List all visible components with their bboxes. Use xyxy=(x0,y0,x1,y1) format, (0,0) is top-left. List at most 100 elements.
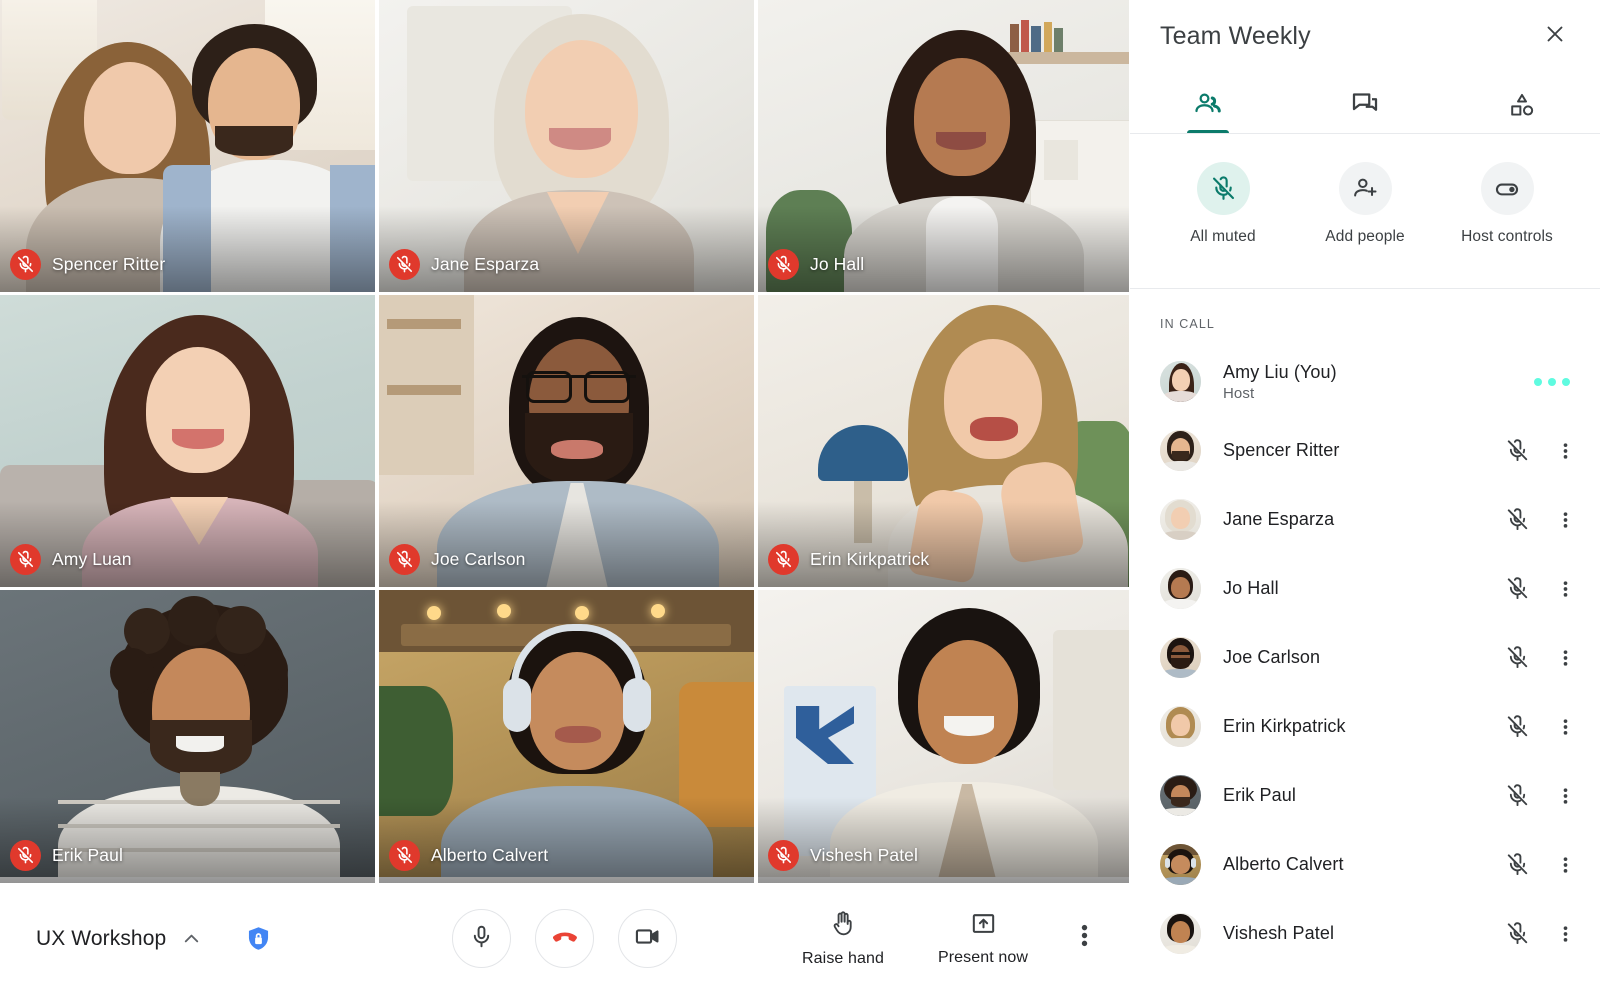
mic-off-icon[interactable] xyxy=(1504,507,1530,533)
active-tab-indicator xyxy=(1187,130,1230,133)
row-more-options-button[interactable] xyxy=(1552,436,1578,466)
tile-label: Amy Luan xyxy=(10,544,132,575)
chevron-up-icon[interactable] xyxy=(180,927,203,950)
avatar xyxy=(1160,637,1201,678)
video-tile[interactable]: Erin Kirkpatrick xyxy=(758,295,1129,587)
present-screen-icon xyxy=(970,910,997,942)
video-tile[interactable]: Jo Hall xyxy=(758,0,1129,292)
all-muted-label: All muted xyxy=(1190,228,1256,245)
list-item[interactable]: Vishesh Patel xyxy=(1130,899,1600,968)
meeting-control-bar: UX Workshop Raise hand Present now xyxy=(0,877,1129,1000)
row-more-options-button[interactable] xyxy=(1552,781,1578,811)
present-now-button[interactable]: Present now xyxy=(913,910,1053,967)
row-more-options-button[interactable] xyxy=(1552,850,1578,880)
close-panel-button[interactable] xyxy=(1534,15,1576,57)
list-item[interactable]: Spencer Ritter xyxy=(1130,416,1600,485)
microphone-icon xyxy=(469,924,494,954)
people-panel: Team Weekly All muted Add people Host co… xyxy=(1129,0,1600,1000)
mic-off-icon[interactable] xyxy=(1504,852,1530,878)
video-tile[interactable]: Amy Luan xyxy=(0,295,375,587)
mic-off-icon[interactable] xyxy=(1504,783,1530,809)
tile-participant-name: Vishesh Patel xyxy=(810,845,918,865)
participant-name: Erik Paul xyxy=(1223,785,1296,805)
tile-participant-name: Erin Kirkpatrick xyxy=(810,549,930,569)
row-more-options-button[interactable] xyxy=(1552,574,1578,604)
row-more-options-button[interactable] xyxy=(1552,712,1578,742)
participant-name: Vishesh Patel xyxy=(1223,923,1335,943)
participant-info: Alberto Calvert xyxy=(1223,854,1504,875)
participant-info: Spencer Ritter xyxy=(1223,440,1504,461)
mic-off-icon xyxy=(10,840,41,871)
tile-label: Erin Kirkpatrick xyxy=(768,544,929,575)
participant-info: Vishesh Patel xyxy=(1223,923,1504,944)
video-tile[interactable]: Vishesh Patel xyxy=(758,590,1129,883)
video-camera-icon xyxy=(634,923,661,955)
tile-participant-name: Amy Luan xyxy=(52,549,132,569)
mic-off-icon[interactable] xyxy=(1504,645,1530,671)
tile-label: Erik Paul xyxy=(10,840,123,871)
row-actions xyxy=(1504,712,1578,742)
mic-off-icon[interactable] xyxy=(1504,438,1530,464)
hangup-button[interactable] xyxy=(535,909,594,968)
video-tile[interactable]: Alberto Calvert xyxy=(379,590,754,883)
tile-label: Alberto Calvert xyxy=(389,840,548,871)
avatar xyxy=(1160,706,1201,747)
row-actions xyxy=(1534,377,1578,386)
participant-name: Alberto Calvert xyxy=(1223,854,1344,874)
row-actions xyxy=(1504,436,1578,466)
list-item[interactable]: Alberto Calvert xyxy=(1130,830,1600,899)
raise-hand-label: Raise hand xyxy=(802,949,884,967)
participant-info: Joe Carlson xyxy=(1223,647,1504,668)
mic-off-icon[interactable] xyxy=(1504,921,1530,947)
avatar xyxy=(1160,361,1201,402)
all-muted-button[interactable]: All muted xyxy=(1157,162,1289,246)
tab-chat[interactable] xyxy=(1287,72,1444,133)
row-more-options-button[interactable] xyxy=(1552,919,1578,949)
tab-people[interactable] xyxy=(1130,72,1287,133)
participant-name: Jo Hall xyxy=(1223,578,1279,598)
chat-icon xyxy=(1350,89,1380,119)
participant-info: Erin Kirkpatrick xyxy=(1223,716,1504,737)
row-more-options-button[interactable] xyxy=(1552,643,1578,673)
video-tile[interactable]: Jane Esparza xyxy=(379,0,754,292)
list-item[interactable]: Jo Hall xyxy=(1130,554,1600,623)
camera-button[interactable] xyxy=(618,909,677,968)
participant-name: Joe Carlson xyxy=(1223,647,1321,667)
host-controls-button[interactable]: Host controls xyxy=(1441,162,1573,246)
tile-label: Jo Hall xyxy=(768,249,864,280)
list-item[interactable]: Erin Kirkpatrick xyxy=(1130,692,1600,761)
tile-label: Vishesh Patel xyxy=(768,840,918,871)
shield-lock-icon[interactable] xyxy=(245,925,272,952)
tab-indicator xyxy=(1344,130,1386,133)
video-tile[interactable]: Spencer Ritter xyxy=(0,0,375,292)
mic-off-icon[interactable] xyxy=(1504,714,1530,740)
in-call-section-label: IN CALL xyxy=(1160,317,1215,331)
row-more-options-button[interactable] xyxy=(1552,505,1578,535)
tile-participant-name: Joe Carlson xyxy=(431,549,526,569)
speaking-indicator xyxy=(1534,377,1570,386)
participant-info: Erik Paul xyxy=(1223,785,1504,806)
participant-info: Jo Hall xyxy=(1223,578,1504,599)
raise-hand-button[interactable]: Raise hand xyxy=(773,910,913,968)
more-options-button[interactable] xyxy=(1061,915,1107,961)
avatar xyxy=(1160,913,1201,954)
video-tile[interactable]: Erik Paul xyxy=(0,590,375,883)
video-tile[interactable]: Joe Carlson xyxy=(379,295,754,587)
microphone-button[interactable] xyxy=(452,909,511,968)
tab-activities[interactable] xyxy=(1443,72,1600,133)
mic-off-icon[interactable] xyxy=(1504,576,1530,602)
row-actions xyxy=(1504,643,1578,673)
list-item[interactable]: Jane Esparza xyxy=(1130,485,1600,554)
participant-name: Spencer Ritter xyxy=(1223,440,1340,460)
list-item[interactable]: Joe Carlson xyxy=(1130,623,1600,692)
toggle-icon xyxy=(1480,162,1534,215)
host-controls-label: Host controls xyxy=(1461,228,1553,245)
list-item[interactable]: Amy Liu (You) Host xyxy=(1130,347,1600,416)
participant-video-grid: Spencer Ritter Jane Esparza Jo Hall Amy … xyxy=(0,0,1129,883)
add-people-button[interactable]: Add people xyxy=(1299,162,1431,246)
person-add-icon xyxy=(1338,162,1392,215)
row-actions xyxy=(1504,850,1578,880)
meeting-tools-group: Raise hand Present now xyxy=(773,910,1107,968)
mic-off-icon xyxy=(389,249,420,280)
list-item[interactable]: Erik Paul xyxy=(1130,761,1600,830)
